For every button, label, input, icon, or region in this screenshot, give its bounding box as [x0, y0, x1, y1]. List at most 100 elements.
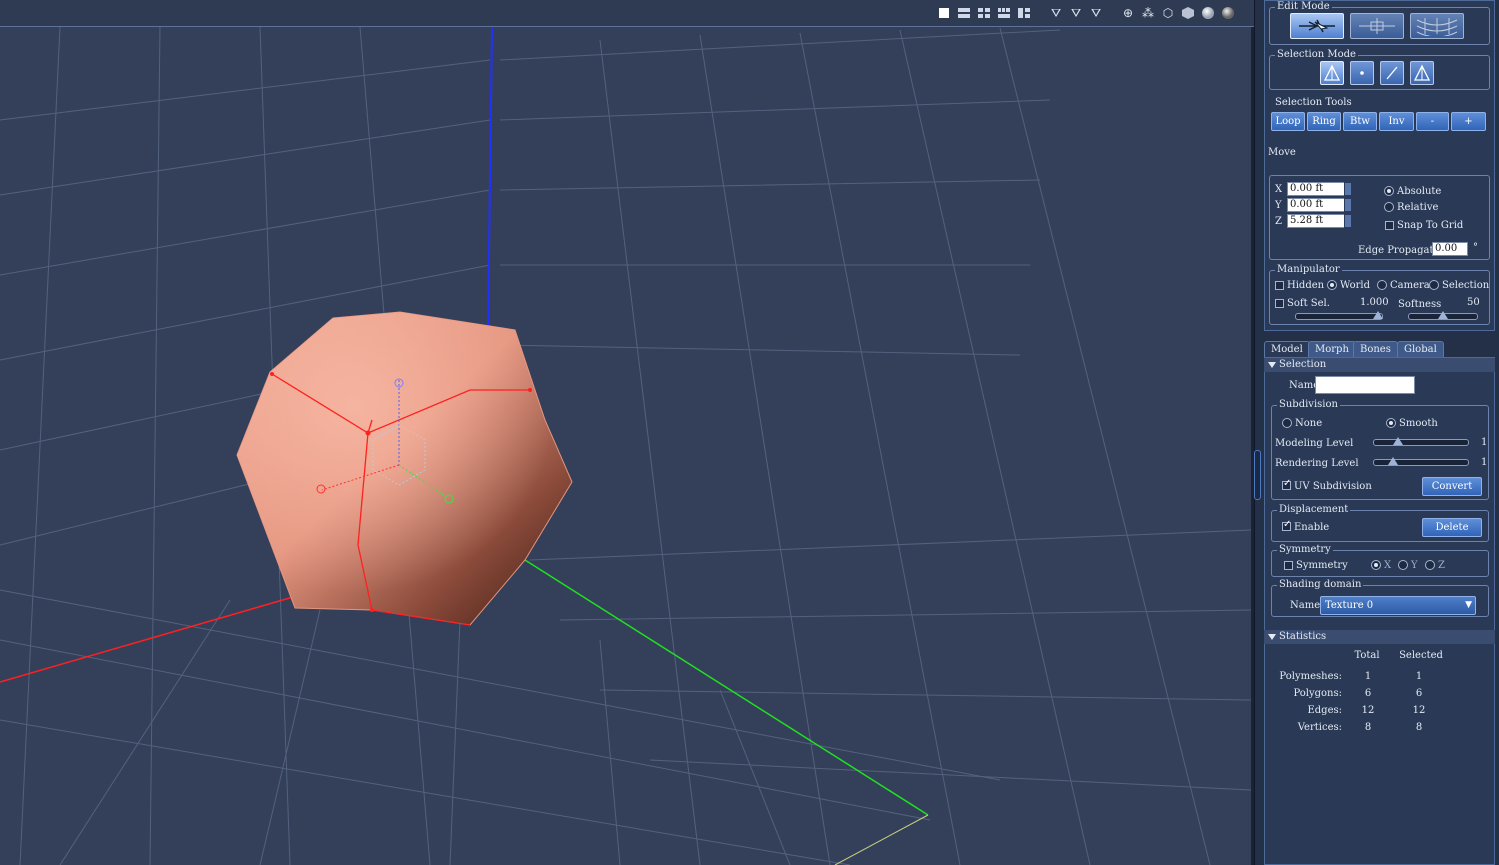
rendering-level-slider[interactable] [1373, 457, 1469, 466]
shrink-selection-button[interactable]: - [1416, 112, 1449, 131]
smooth-shaded-icon[interactable] [1200, 5, 1216, 21]
symmetry-z-radio[interactable] [1425, 560, 1435, 570]
subdivision-smooth-label: Smooth [1399, 418, 1438, 429]
y-field[interactable]: 0.00 ft [1287, 198, 1345, 212]
flat-shaded-icon[interactable] [1180, 5, 1196, 21]
y-axis [524, 559, 929, 816]
stat-label: Polygons: [1293, 688, 1342, 699]
shading-domain-select[interactable]: Texture 0 ▼ [1320, 596, 1476, 615]
symmetry-checkbox[interactable] [1284, 561, 1293, 570]
stat-selected: 6 [1415, 688, 1423, 699]
3d-viewport[interactable]: ⛛ ⛛ ⛛ ⊕ ⁂ ⬡ [0, 0, 1254, 865]
tab-model[interactable]: Model [1264, 341, 1310, 357]
world-radio[interactable] [1327, 280, 1337, 290]
subdivision-none-label: None [1295, 418, 1323, 429]
two-view-icon[interactable] [956, 5, 972, 21]
select-vertex-button[interactable] [1350, 61, 1374, 85]
shading-domain-name-label: Name [1290, 600, 1321, 611]
x-field[interactable]: 0.00 ft [1287, 182, 1345, 196]
between-button[interactable]: Btw [1343, 112, 1377, 131]
scene-canvas[interactable] [0, 27, 1251, 865]
delete-displacement-button[interactable]: Delete [1422, 518, 1482, 537]
camera-radio[interactable] [1377, 280, 1387, 290]
lit-wire-icon[interactable]: ⛛ [1088, 5, 1104, 21]
edit-mode-title: Edit Mode [1275, 1, 1332, 12]
three-view-icon[interactable] [996, 5, 1012, 21]
polymesh-object[interactable] [236, 311, 573, 626]
stat-total: 1 [1364, 671, 1372, 682]
manipulator-title: Manipulator [1275, 264, 1342, 275]
ring-button[interactable]: Ring [1307, 112, 1341, 131]
selection-radio[interactable] [1429, 280, 1439, 290]
invert-button[interactable]: Inv [1379, 112, 1414, 131]
z-spinner[interactable] [1344, 214, 1352, 228]
tab-morph[interactable]: Morph [1308, 341, 1356, 357]
camera-label: Camera [1390, 280, 1430, 291]
weld-icon [1359, 18, 1395, 34]
selection-section-header[interactable]: Selection [1264, 358, 1495, 372]
tab-bones[interactable]: Bones [1353, 341, 1398, 357]
single-view-icon[interactable] [936, 5, 952, 21]
panel-collapse-handle[interactable] [1254, 450, 1261, 500]
relative-label: Relative [1397, 202, 1439, 213]
symmetry-x-radio[interactable] [1371, 560, 1381, 570]
softness-label: Softness [1398, 299, 1442, 310]
select-edge-button[interactable] [1380, 61, 1404, 85]
edge-propagation-field[interactable]: 0.00 [1432, 242, 1468, 256]
shading-domain-value: Texture 0 [1325, 600, 1374, 611]
edit-mode-morph-button[interactable] [1410, 13, 1464, 39]
displacement-enable-checkbox[interactable] [1282, 519, 1291, 531]
stat-label: Polymeshes: [1279, 671, 1342, 682]
soft-selection-value: 1.000 [1360, 297, 1389, 308]
subdivision-none-radio[interactable] [1282, 418, 1292, 428]
subdivision-smooth-radio[interactable] [1386, 418, 1396, 428]
edit-mode-weld-button[interactable] [1350, 13, 1404, 39]
tab-global[interactable]: Global [1397, 341, 1444, 357]
snap-to-grid-checkbox[interactable] [1385, 221, 1394, 230]
box-icon[interactable]: ⊕ [1120, 5, 1136, 21]
hidden-label: Hidden [1287, 280, 1325, 291]
hidden-checkbox[interactable] [1275, 281, 1284, 290]
absolute-radio[interactable] [1384, 186, 1394, 196]
select-move-icon [1299, 19, 1335, 33]
statistics-section-header[interactable]: Statistics [1264, 630, 1495, 644]
soft-selection-checkbox[interactable] [1275, 299, 1284, 308]
statistics-title: Statistics [1279, 631, 1327, 642]
snap-to-grid-label: Snap To Grid [1397, 220, 1464, 231]
uv-subdivision-checkbox[interactable] [1282, 478, 1291, 490]
y-spinner[interactable] [1344, 198, 1352, 212]
layout-view-icon[interactable] [1016, 5, 1032, 21]
selection-mode-title: Selection Mode [1275, 49, 1358, 60]
move-title: Move [1268, 147, 1296, 158]
soft-selection-slider[interactable] [1295, 311, 1383, 320]
texture-shaded-icon[interactable] [1220, 5, 1236, 21]
selection-section-title: Selection [1279, 359, 1327, 370]
stat-label: Edges: [1307, 705, 1342, 716]
wireframe-icon[interactable]: ⁂ [1140, 5, 1156, 21]
symmetry-y-radio[interactable] [1398, 560, 1408, 570]
loop-button[interactable]: Loop [1271, 112, 1305, 131]
z-field[interactable]: 5.28 ft [1287, 214, 1345, 228]
polygon-select-icon [1323, 64, 1341, 81]
four-view-icon[interactable] [976, 5, 992, 21]
uv-subdivision-label: UV Subdivision [1294, 481, 1372, 492]
select-face-button[interactable] [1410, 61, 1434, 85]
z-label: Z [1275, 216, 1282, 227]
y-label: Y [1275, 200, 1282, 211]
edit-mode-select-button[interactable] [1290, 13, 1344, 39]
hidden-line-icon[interactable]: ⛛ [1068, 5, 1084, 21]
relative-radio[interactable] [1384, 202, 1394, 212]
x-spinner[interactable] [1344, 182, 1352, 196]
convert-button[interactable]: Convert [1422, 477, 1482, 496]
softness-slider[interactable] [1408, 311, 1478, 320]
wire-cage-icon[interactable]: ⛛ [1048, 5, 1064, 21]
z-axis [487, 27, 493, 331]
modeling-level-slider[interactable] [1373, 437, 1469, 446]
selection-name-field[interactable] [1315, 376, 1415, 394]
select-polygon-button[interactable] [1320, 61, 1344, 85]
grow-selection-button[interactable]: + [1451, 112, 1486, 131]
x-label: X [1275, 184, 1283, 195]
modeling-level-value: 1 [1481, 437, 1488, 448]
polygon-select-icon-2 [1413, 64, 1431, 81]
outline-icon[interactable]: ⬡ [1160, 5, 1176, 21]
